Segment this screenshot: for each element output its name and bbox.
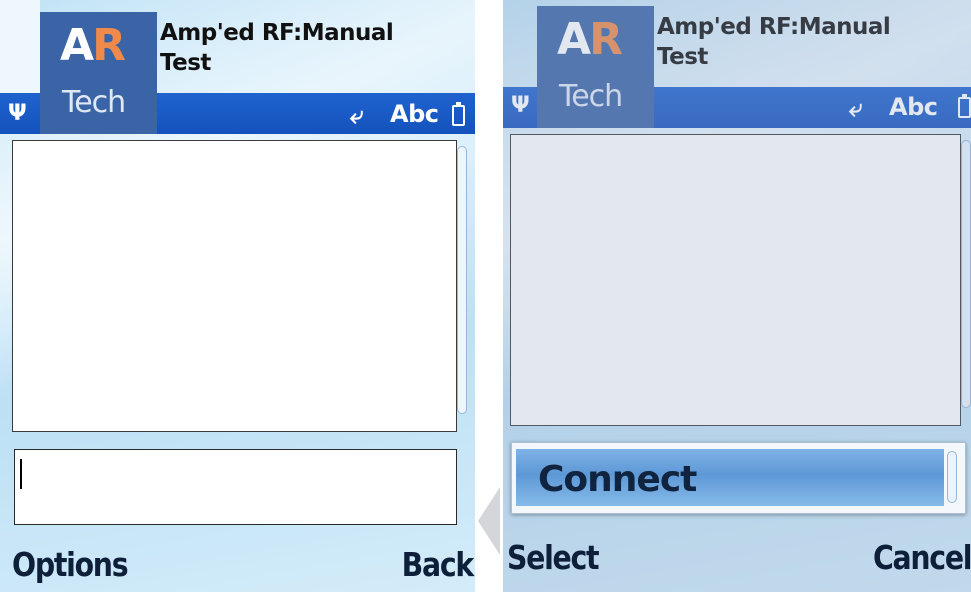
pen-input-icon: ⤶ [849, 94, 862, 122]
logo-letter-r: R [589, 14, 623, 65]
popup-menu: Connect [511, 442, 966, 514]
input-mode-indicator: Abc [390, 100, 439, 128]
text-cursor [20, 459, 22, 489]
battery-icon [452, 102, 465, 126]
output-scrollbar [961, 140, 971, 408]
logo-letter-a: A [60, 20, 94, 71]
menu-item-connect-label: Connect [538, 459, 697, 500]
output-scrollbar[interactable] [457, 146, 467, 414]
logo-letter-a: A [557, 14, 591, 65]
logo-tech-text: Tech [62, 85, 126, 120]
app-title: Amp'ed RF:Manual Test [160, 18, 420, 78]
output-text-area [510, 134, 961, 426]
logo-letter-r: R [92, 20, 126, 71]
menu-item-connect[interactable]: Connect [516, 449, 944, 506]
input-mode-indicator: Abc [889, 93, 938, 121]
select-softkey[interactable]: Select [507, 538, 600, 577]
output-text-area[interactable] [12, 140, 457, 432]
logo-tech-text: Tech [559, 79, 623, 114]
left-phone-screen: Ψ ⤶ Abc AR Tech Amp'ed RF:Manual Test Op… [0, 0, 475, 592]
app-logo: AR Tech [537, 6, 654, 128]
message-input-field[interactable] [14, 449, 457, 525]
battery-icon [958, 94, 971, 118]
popup-scrollbar[interactable] [947, 451, 957, 503]
antenna-icon: Ψ [511, 93, 530, 118]
cancel-softkey[interactable]: Cancel [873, 538, 971, 577]
options-softkey[interactable]: Options [12, 545, 129, 584]
app-title-line1: Amp'ed RF:Manual [657, 14, 891, 40]
app-title-line2: Test [657, 44, 708, 70]
app-title-line2: Test [160, 50, 211, 76]
back-softkey[interactable]: Back [402, 545, 475, 584]
top-corner [0, 0, 40, 93]
app-title: Amp'ed RF:Manual Test [657, 12, 917, 72]
pen-input-icon: ⤶ [350, 101, 363, 129]
app-logo: AR Tech [40, 12, 157, 134]
antenna-icon: Ψ [8, 101, 27, 126]
right-phone-screen: Ψ ⤶ Abc AR Tech Amp'ed RF:Manual Test Co… [503, 0, 971, 592]
divider-arrow-icon [478, 487, 500, 555]
app-title-line1: Amp'ed RF:Manual [160, 20, 394, 46]
